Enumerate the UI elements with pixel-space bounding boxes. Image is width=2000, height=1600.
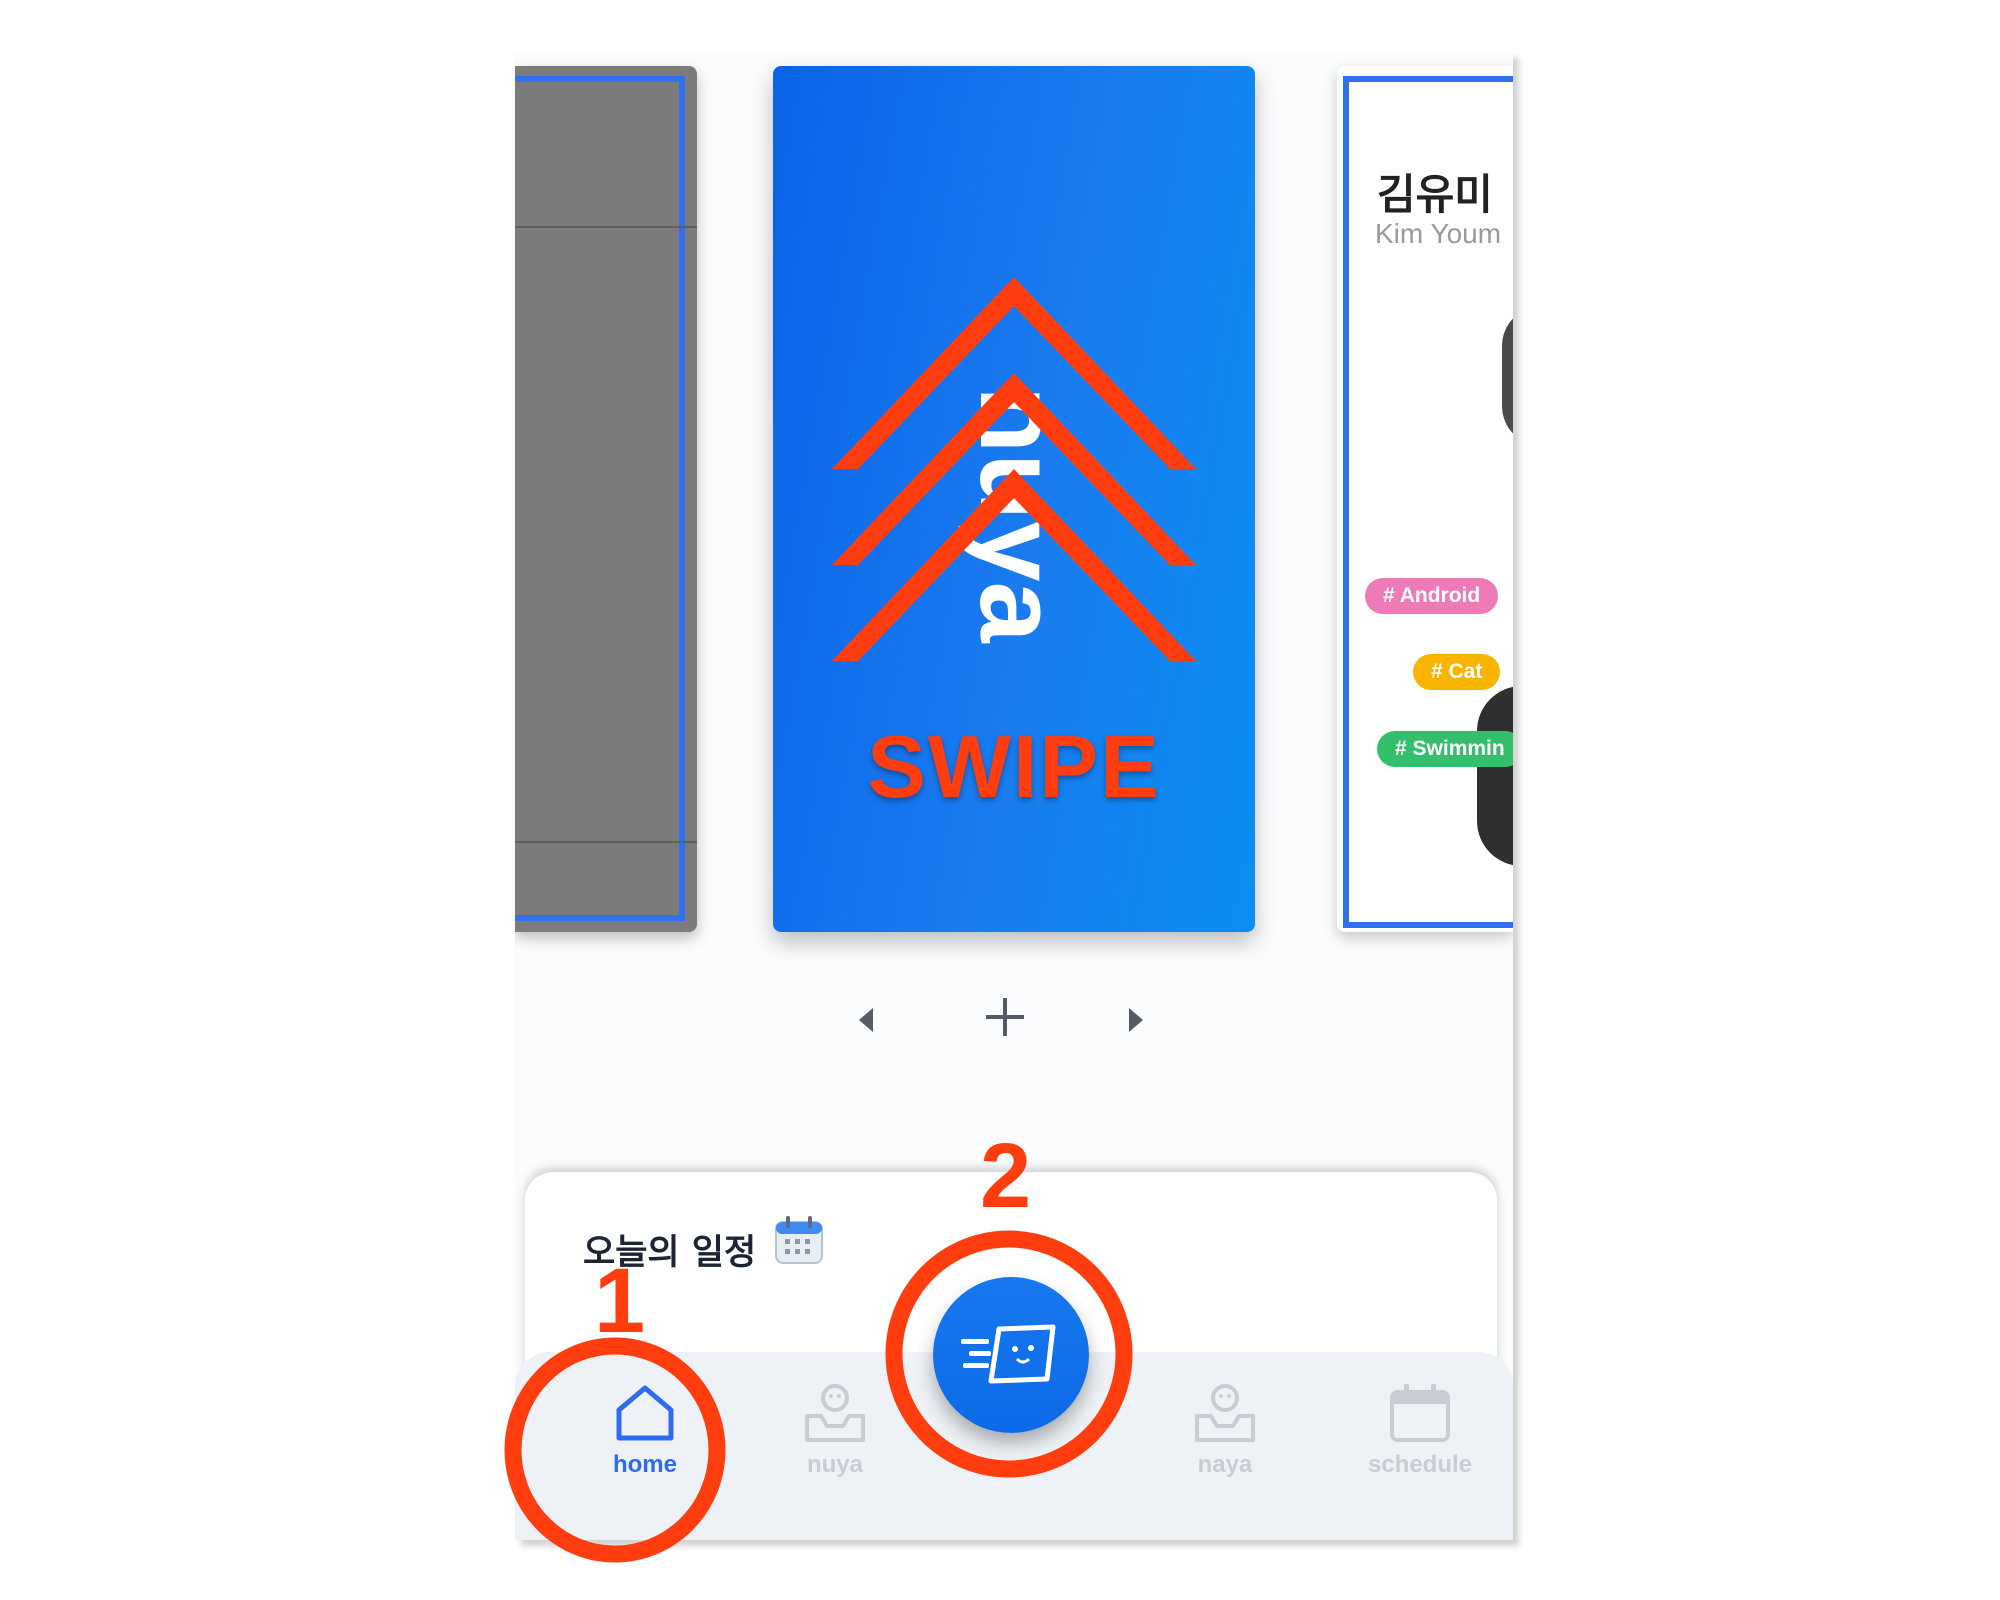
annotation-number-1: 1 [594, 1250, 646, 1352]
house-icon [616, 1385, 674, 1441]
card-next[interactable]: 김유미 Kim Youm # Android # Cat # Swimmin [1337, 66, 1513, 932]
profile-name-english: Kim Youm [1375, 218, 1502, 249]
plus-icon[interactable] [982, 994, 1028, 1040]
annotation-number-2: 2 [980, 1125, 1032, 1227]
nav-item-home[interactable]: home [580, 1382, 710, 1479]
card-current[interactable]: nuya SWIPE [773, 66, 1255, 932]
nav-item-schedule[interactable]: schedule [1355, 1382, 1485, 1479]
profile-photo [1477, 686, 1513, 866]
nav-label-naya: naya [1197, 1451, 1253, 1478]
nav-item-naya[interactable]: naya [1160, 1382, 1290, 1479]
card-frame [515, 76, 685, 921]
paper-crease [515, 841, 697, 843]
caret-left-icon[interactable] [855, 1005, 879, 1035]
calendar-icon [1390, 1384, 1450, 1442]
speeding-card-icon [961, 1324, 1056, 1384]
nav-label-home: home [612, 1451, 677, 1478]
tag-swimming: # Swimmin [1377, 731, 1513, 767]
profile-name-korean: 김유미 [1377, 170, 1493, 219]
paper-crease [515, 226, 697, 228]
swipe-label: SWIPE [867, 717, 1161, 816]
nav-item-nuya[interactable]: nuya [770, 1382, 900, 1479]
tag-cat: # Cat [1413, 654, 1501, 690]
fab-send-card-button[interactable] [933, 1277, 1089, 1433]
card-previous[interactable] [515, 66, 697, 932]
caret-right-icon[interactable] [1123, 1005, 1147, 1035]
phone-screen: nuya SWIPE 김유미 Kim Youm # Android # Cat … [515, 52, 1513, 1540]
nav-label-schedule: schedule [1367, 1451, 1473, 1478]
calendar-icon [775, 1216, 823, 1264]
tag-android: # Android [1365, 578, 1499, 614]
inbox-face-icon [805, 1384, 865, 1442]
nav-label-nuya: nuya [806, 1451, 863, 1478]
inbox-face-icon [1195, 1384, 1255, 1442]
